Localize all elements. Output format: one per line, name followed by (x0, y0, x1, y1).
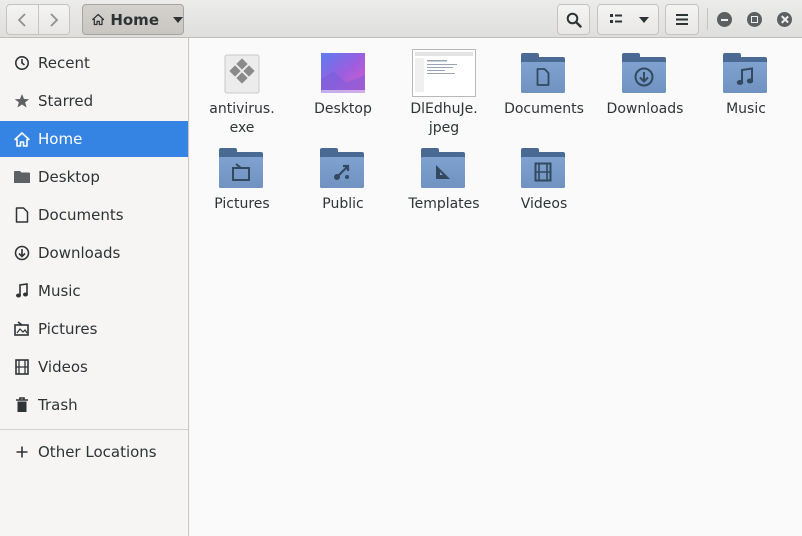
sidebar-item-pictures[interactable]: Pictures (0, 311, 188, 347)
file-item-public[interactable]: Public (295, 136, 391, 228)
chevron-down-icon (639, 16, 649, 23)
videos-folder-icon (521, 148, 567, 190)
file-view: antivirus. exe Desktop DlEdhuJe. jpeg Do… (190, 38, 802, 536)
sidebar-item-music[interactable]: Music (0, 273, 188, 309)
sidebar-item-home[interactable]: Home (0, 121, 188, 157)
file-item-templates[interactable]: Templates (396, 136, 492, 228)
file-label: Templates (408, 196, 480, 212)
pictures-folder-icon (219, 148, 265, 190)
file-item-pictures[interactable]: Pictures (194, 136, 290, 228)
sidebar-item-label: Music (38, 282, 81, 300)
sidebar-item-starred[interactable]: Starred (0, 83, 188, 119)
header-separator (707, 8, 708, 30)
location-path-button[interactable]: Home (82, 4, 184, 35)
close-button[interactable] (777, 12, 792, 27)
sidebar-item-label: Downloads (38, 244, 121, 262)
plus-icon (14, 444, 30, 460)
file-label: Music (726, 101, 766, 117)
downloads-folder-icon (622, 53, 668, 95)
forward-button[interactable] (37, 5, 69, 34)
sidebar-item-videos[interactable]: Videos (0, 349, 188, 385)
file-label: Documents (504, 101, 584, 117)
star-icon (14, 93, 30, 109)
file-item-music[interactable]: Music (698, 41, 794, 133)
file-label: Videos (520, 196, 568, 212)
chevron-left-icon (18, 12, 27, 27)
chevron-right-icon (50, 12, 59, 27)
image-thumbnail-icon (412, 49, 476, 97)
minimize-button[interactable] (717, 12, 732, 27)
home-icon (14, 131, 30, 147)
search-icon (566, 12, 582, 28)
file-item-desktop[interactable]: Desktop (295, 41, 391, 133)
header-bar: Home (0, 0, 802, 38)
file-item-documents[interactable]: Documents (496, 41, 592, 133)
film-icon (14, 359, 30, 375)
clock-icon (14, 55, 30, 71)
file-item-videos[interactable]: Videos (496, 136, 592, 228)
picture-icon (14, 321, 30, 337)
file-label: Pictures (214, 196, 270, 212)
file-item-antivirus-exe[interactable]: antivirus. exe (194, 41, 290, 136)
file-label: DlEdhuJe. jpeg (410, 101, 478, 136)
sidebar-item-recent[interactable]: Recent (0, 45, 188, 81)
home-icon (92, 13, 105, 26)
sidebar-item-label: Pictures (38, 320, 98, 338)
documents-folder-icon (521, 53, 567, 95)
sidebar-item-label: Desktop (38, 168, 100, 186)
hamburger-menu-icon (676, 14, 688, 25)
sidebar-item-trash[interactable]: Trash (0, 387, 188, 423)
list-view-icon (610, 14, 622, 23)
file-item-downloads[interactable]: Downloads (597, 41, 693, 133)
sidebar-item-label: Trash (38, 396, 78, 414)
sidebar: Recent Starred Home Desktop Documents Do… (0, 38, 189, 536)
music-note-icon (14, 283, 30, 299)
desktop-folder-icon (320, 53, 366, 95)
sidebar-item-label: Documents (38, 206, 124, 224)
file-label: Desktop (314, 101, 372, 117)
document-icon (14, 207, 30, 223)
chevron-down-icon (173, 16, 183, 23)
sidebar-item-label: Home (38, 130, 83, 148)
executable-icon (219, 53, 265, 95)
public-folder-icon (320, 148, 366, 190)
location-label: Home (110, 10, 159, 29)
search-button[interactable] (557, 4, 590, 35)
view-options-button[interactable] (597, 4, 659, 35)
file-label: antivirus. exe (209, 101, 275, 136)
sidebar-item-downloads[interactable]: Downloads (0, 235, 188, 271)
sidebar-item-label: Other Locations (38, 443, 157, 461)
file-item-dledhuje-jpeg[interactable]: DlEdhuJe. jpeg (396, 41, 492, 136)
sidebar-item-label: Videos (38, 358, 88, 376)
back-button[interactable] (7, 5, 38, 34)
file-label: Downloads (606, 101, 684, 117)
main-menu-button[interactable] (665, 4, 699, 35)
templates-folder-icon (421, 148, 467, 190)
sidebar-item-documents[interactable]: Documents (0, 197, 188, 233)
trash-icon (14, 397, 30, 413)
download-icon (14, 245, 30, 261)
maximize-button[interactable] (747, 12, 762, 27)
navigation-buttons (6, 4, 70, 35)
sidebar-item-label: Recent (38, 54, 90, 72)
sidebar-item-label: Starred (38, 92, 94, 110)
folder-icon (14, 169, 30, 185)
file-label: Public (322, 196, 364, 212)
sidebar-item-desktop[interactable]: Desktop (0, 159, 188, 195)
music-folder-icon (723, 53, 769, 95)
sidebar-item-other-locations[interactable]: Other Locations (0, 434, 188, 470)
sidebar-separator (0, 429, 188, 430)
